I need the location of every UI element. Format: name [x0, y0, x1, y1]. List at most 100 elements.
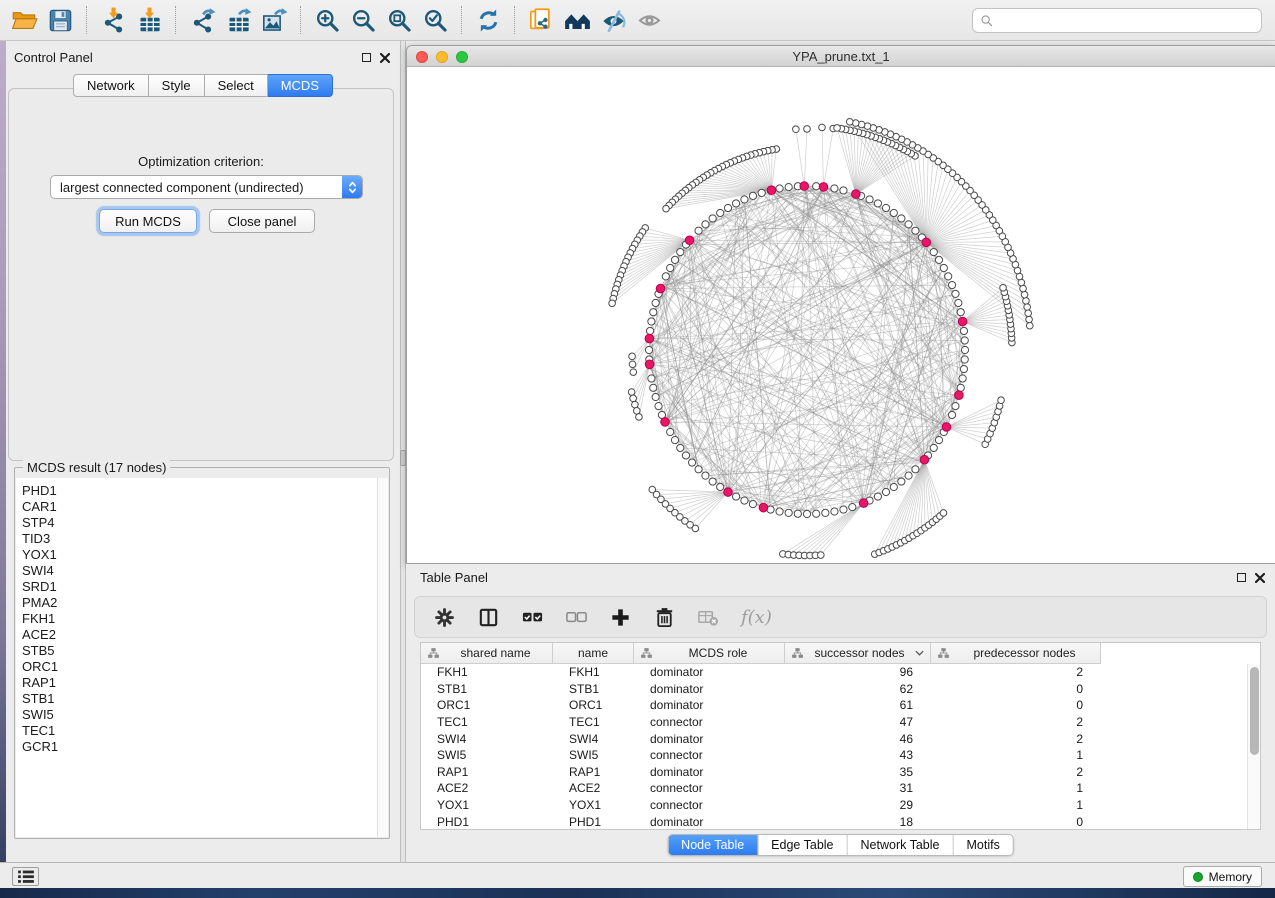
- network-node[interactable]: [785, 509, 792, 516]
- network-node[interactable]: [813, 183, 820, 190]
- network-node[interactable]: [702, 221, 709, 228]
- export-table-button[interactable]: [220, 4, 256, 36]
- table-scrollbar[interactable]: [1247, 664, 1260, 829]
- network-node[interactable]: [952, 290, 959, 297]
- network-node[interactable]: [732, 493, 739, 500]
- network-node[interactable]: [1026, 316, 1033, 323]
- table-row[interactable]: SWI5SWI5connector431: [421, 747, 1247, 764]
- mcds-result-item[interactable]: ACE2: [22, 627, 388, 643]
- network-node[interactable]: [822, 509, 829, 516]
- network-node[interactable]: [1021, 291, 1028, 298]
- mcds-result-item[interactable]: RAP1: [22, 675, 388, 691]
- network-node[interactable]: [948, 281, 955, 288]
- network-node[interactable]: [741, 497, 748, 504]
- network-node[interactable]: [840, 187, 847, 194]
- network-node[interactable]: [905, 221, 912, 228]
- first-neighbors-button[interactable]: [559, 4, 595, 36]
- tab-motifs[interactable]: Motifs: [952, 835, 1012, 855]
- network-node[interactable]: [677, 248, 684, 255]
- mcds-node[interactable]: [955, 391, 964, 400]
- network-node[interactable]: [940, 264, 947, 271]
- network-node[interactable]: [959, 375, 966, 382]
- network-node[interactable]: [1023, 298, 1030, 305]
- network-node[interactable]: [648, 375, 655, 382]
- tab-network-table[interactable]: Network Table: [847, 835, 953, 855]
- network-node[interactable]: [650, 309, 657, 316]
- mcds-node[interactable]: [859, 499, 868, 508]
- network-node[interactable]: [785, 184, 792, 191]
- close-table-panel-icon[interactable]: [1255, 573, 1265, 583]
- table-x-button[interactable]: [697, 606, 720, 629]
- column-header-MCDS-role[interactable]: MCDS role: [634, 643, 785, 664]
- table-scrollbar-thumb[interactable]: [1250, 667, 1259, 755]
- network-node[interactable]: [813, 510, 820, 517]
- network-node[interactable]: [758, 189, 765, 196]
- network-node[interactable]: [819, 124, 826, 131]
- mcds-result-item[interactable]: SWI4: [22, 563, 388, 579]
- network-node[interactable]: [717, 209, 724, 216]
- zoom-selected-button[interactable]: [417, 4, 453, 36]
- network-node[interactable]: [898, 215, 905, 222]
- network-node[interactable]: [695, 227, 702, 234]
- network-node[interactable]: [961, 346, 968, 353]
- tab-node-table[interactable]: Node Table: [668, 835, 757, 855]
- network-node[interactable]: [650, 384, 657, 391]
- run-mcds-button[interactable]: Run MCDS: [99, 209, 197, 233]
- network-node[interactable]: [632, 401, 639, 408]
- mcds-node[interactable]: [920, 455, 929, 464]
- uncheck-pair-button[interactable]: [565, 606, 588, 629]
- network-node[interactable]: [732, 200, 739, 207]
- table-row[interactable]: PHD1PHD1dominator180: [421, 813, 1247, 830]
- mcds-node[interactable]: [759, 503, 768, 512]
- network-node[interactable]: [846, 118, 853, 125]
- network-node[interactable]: [882, 488, 889, 495]
- network-node[interactable]: [645, 346, 652, 353]
- table-row[interactable]: RAP1RAP1dominator352: [421, 764, 1247, 781]
- network-node[interactable]: [749, 501, 756, 508]
- import-network-button[interactable]: [95, 4, 131, 36]
- network-node[interactable]: [671, 437, 678, 444]
- apply-preferred-layout-button[interactable]: [470, 4, 506, 36]
- function-builder-button[interactable]: f(x): [741, 607, 772, 628]
- mcds-list-scrollbar[interactable]: [377, 478, 388, 837]
- network-node[interactable]: [961, 337, 968, 344]
- trash-button[interactable]: [653, 606, 676, 629]
- mcds-node[interactable]: [819, 183, 828, 192]
- mcds-result-item[interactable]: PMA2: [22, 595, 388, 611]
- tab-style[interactable]: Style: [149, 74, 205, 97]
- criterion-select[interactable]: largest connected component (undirected): [50, 175, 363, 199]
- network-node[interactable]: [961, 356, 968, 363]
- network-node[interactable]: [648, 318, 655, 325]
- network-node[interactable]: [629, 361, 636, 368]
- network-node[interactable]: [709, 215, 716, 222]
- network-node[interactable]: [834, 125, 841, 132]
- network-node[interactable]: [652, 393, 659, 400]
- table-row[interactable]: SWI4SWI4dominator462: [421, 730, 1247, 747]
- gear-button[interactable]: [433, 606, 456, 629]
- mcds-result-item[interactable]: TEC1: [22, 723, 388, 739]
- network-node[interactable]: [898, 478, 905, 485]
- network-node[interactable]: [1024, 304, 1031, 311]
- network-node[interactable]: [935, 437, 942, 444]
- export-image-button[interactable]: [256, 4, 292, 36]
- network-node[interactable]: [636, 414, 643, 421]
- network-node[interactable]: [948, 411, 955, 418]
- network-node[interactable]: [794, 510, 801, 517]
- network-node[interactable]: [671, 256, 678, 263]
- mcds-result-item[interactable]: ORC1: [22, 659, 388, 675]
- network-node[interactable]: [960, 365, 967, 372]
- mcds-result-item[interactable]: SWI5: [22, 707, 388, 723]
- mcds-result-item[interactable]: STB1: [22, 691, 388, 707]
- mcds-node[interactable]: [958, 317, 967, 326]
- network-node[interactable]: [831, 508, 838, 515]
- mcds-node[interactable]: [661, 418, 670, 427]
- network-node[interactable]: [646, 327, 653, 334]
- mcds-node[interactable]: [922, 238, 931, 247]
- network-node[interactable]: [952, 402, 959, 409]
- network-node[interactable]: [890, 209, 897, 216]
- mcds-result-item[interactable]: YOX1: [22, 547, 388, 563]
- network-node[interactable]: [717, 483, 724, 490]
- network-node[interactable]: [1025, 310, 1032, 317]
- mcds-node[interactable]: [852, 190, 861, 199]
- network-node[interactable]: [667, 428, 674, 435]
